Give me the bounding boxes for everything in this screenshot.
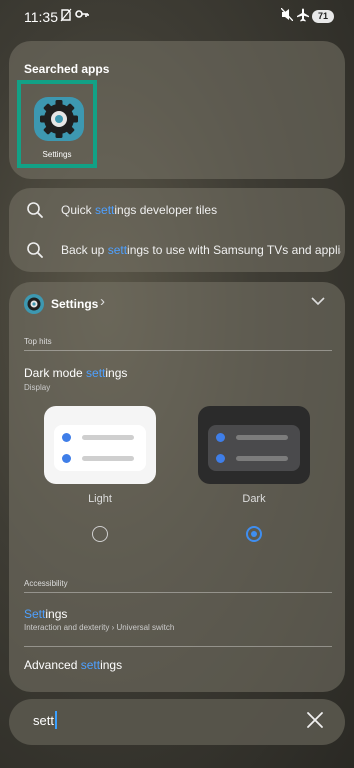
searched-apps-title: Searched apps	[24, 62, 110, 76]
suggestion-text: Quick settings developer tiles	[61, 203, 218, 217]
dark-mode-subtitle: Display	[24, 383, 51, 392]
battery-indicator: 71	[312, 10, 334, 23]
suggestion-item[interactable]: Quick settings developer tiles	[9, 190, 345, 230]
accessibility-label: Accessibility	[24, 579, 68, 588]
airplane-mode-icon	[296, 8, 310, 25]
dark-theme-label: Dark	[242, 493, 266, 505]
settings-gear-icon[interactable]	[34, 97, 84, 141]
mute-icon	[280, 7, 294, 24]
search-icon	[27, 242, 43, 258]
dark-theme-radio[interactable]	[246, 526, 262, 542]
search-icon	[27, 202, 43, 218]
divider	[24, 592, 332, 593]
accessibility-settings-item[interactable]: Settings	[24, 607, 67, 621]
top-hits-label: Top hits	[24, 337, 52, 346]
app-label-settings: Settings	[42, 150, 72, 159]
chevron-down-icon[interactable]	[311, 293, 325, 310]
settings-section-title[interactable]: Settings	[51, 297, 98, 311]
suggestion-text: Back up settings to use with Samsung TVs…	[61, 243, 341, 257]
search-bar[interactable]	[9, 699, 345, 745]
divider	[24, 350, 332, 351]
dark-mode-settings-item[interactable]: Dark mode settings	[24, 366, 127, 380]
status-time: 11:35	[24, 9, 58, 25]
suggestion-item[interactable]: Back up settings to use with Samsung TVs…	[9, 230, 345, 270]
text-cursor	[55, 711, 57, 729]
close-icon[interactable]	[303, 708, 327, 732]
key-icon	[75, 8, 89, 23]
advanced-settings-item[interactable]: Advanced settings	[24, 658, 122, 672]
light-theme-preview[interactable]	[44, 406, 156, 484]
status-bar: 11:35 71	[0, 0, 354, 34]
settings-app-icon	[24, 294, 44, 314]
dark-theme-preview[interactable]	[198, 406, 310, 484]
search-input[interactable]: sett	[33, 713, 54, 728]
light-theme-radio[interactable]	[92, 526, 108, 542]
divider	[24, 646, 332, 647]
chevron-right-icon[interactable]: ›	[100, 293, 105, 310]
light-theme-label: Light	[88, 493, 112, 505]
accessibility-item-subtitle: Interaction and dexterity › Universal sw…	[24, 623, 175, 632]
notification-icon	[60, 8, 72, 25]
